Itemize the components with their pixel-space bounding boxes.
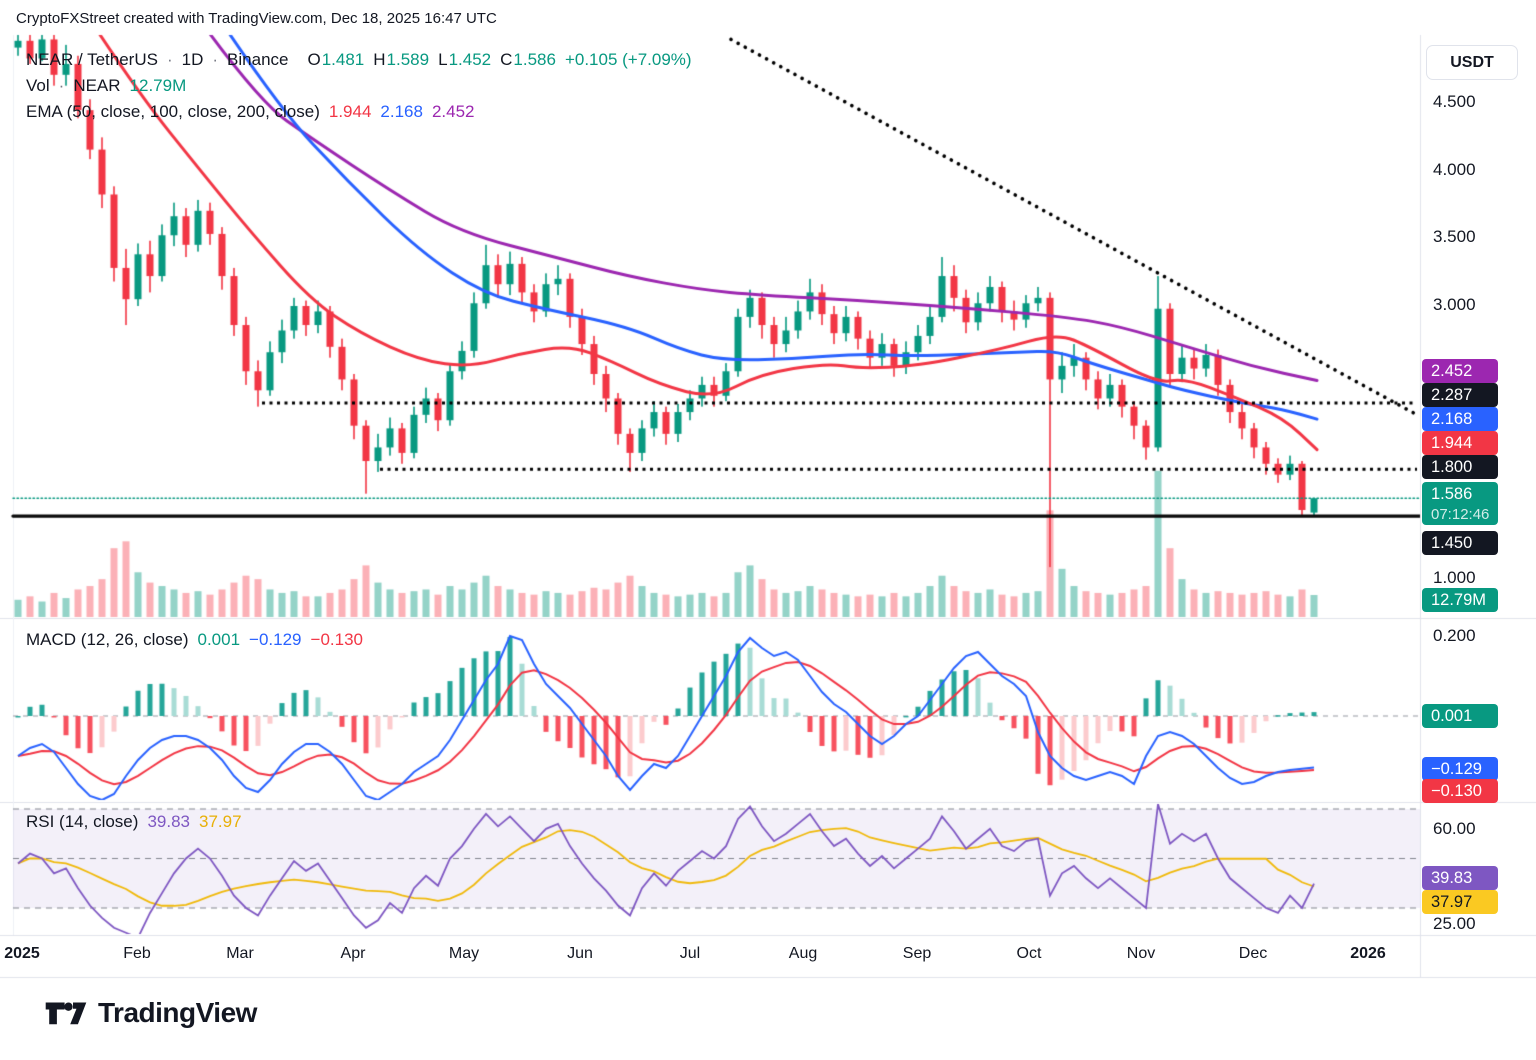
rsi-ma-value: 37.97 <box>199 811 242 833</box>
axis-price-badge: 12.79M <box>1422 588 1498 612</box>
footer-logo: TradingView <box>45 997 257 1029</box>
watermark-header: CryptoFXStreet created with TradingView.… <box>16 10 497 27</box>
axis-tick-label: 3.000 <box>1433 295 1476 315</box>
chart-canvas[interactable] <box>0 0 1536 1060</box>
rsi-legend: RSI (14, close) 39.83 37.97 <box>26 811 242 837</box>
time-axis-label: Sep <box>903 945 931 963</box>
axis-price-badge: 1.450 <box>1422 531 1498 555</box>
time-axis-label: Dec <box>1239 945 1267 963</box>
close-value: 1.586 <box>513 49 556 71</box>
time-axis-label: Apr <box>341 945 366 963</box>
currency-toggle-usdt[interactable]: USDT <box>1426 45 1518 80</box>
axis-price-badge: 1.944 <box>1422 431 1498 455</box>
axis-price-badge: 1.58607:12:46 <box>1422 482 1498 525</box>
volume-row: Vol · NEAR 12.79M <box>26 75 692 97</box>
high-value: 1.589 <box>387 49 430 71</box>
axis-price-badge: −0.129 <box>1422 757 1498 781</box>
exchange-label: Binance <box>227 49 288 71</box>
countdown-timer: 07:12:46 <box>1431 505 1489 524</box>
time-axis-label: Mar <box>226 945 254 963</box>
axis-price-badge: 1.800 <box>1422 455 1498 479</box>
time-axis[interactable]: 2025 Feb Mar Apr May Jun Jul Aug Sep Oct Nov Dec 202… <box>0 936 1420 977</box>
price-legend: NEAR / TetherUS · 1D · Binance O1.481 H1… <box>26 49 692 127</box>
macd-signal-value: −0.130 <box>311 629 363 651</box>
axis-price-badge: −0.130 <box>1422 779 1498 803</box>
time-axis-label: Jul <box>680 945 700 963</box>
open-pair: O1.481 <box>307 49 364 71</box>
axis-tick-label: 25.00 <box>1433 914 1476 934</box>
time-axis-label: Jun <box>567 945 593 963</box>
separator-dot: · <box>212 49 218 71</box>
change-value: +0.105 (+7.09%) <box>565 49 692 71</box>
separator-dot: · <box>59 75 65 97</box>
timeframe-label: 1D <box>182 49 204 71</box>
ema50-value: 1.944 <box>329 101 372 123</box>
axis-price-badge: 39.83 <box>1422 866 1498 890</box>
ema-label: EMA (50, close, 100, close, 200, close) <box>26 101 320 123</box>
time-axis-label: Feb <box>123 945 151 963</box>
rsi-label: RSI (14, close) <box>26 811 138 833</box>
ema200-value: 2.452 <box>432 101 475 123</box>
symbol-row: NEAR / TetherUS · 1D · Binance O1.481 H1… <box>26 49 692 71</box>
time-axis-label: 2025 <box>4 945 40 963</box>
time-axis-label: Nov <box>1127 945 1155 963</box>
volume-value: 12.79M <box>130 75 187 97</box>
price-axis[interactable]: USDT 4.500 4.000 3.500 3.000 1.000 2.4522.287… <box>1421 35 1536 977</box>
axis-tick-label: 60.00 <box>1433 819 1476 839</box>
axis-price-badge: 2.452 <box>1422 359 1498 383</box>
time-axis-label: 2026 <box>1350 945 1386 963</box>
time-axis-label: May <box>449 945 479 963</box>
axis-price-badge: 0.001 <box>1422 704 1498 728</box>
axis-price-badge: 2.168 <box>1422 407 1498 431</box>
time-axis-label: Oct <box>1017 945 1042 963</box>
low-pair: L1.452 <box>438 49 491 71</box>
separator-dot: · <box>167 49 173 71</box>
symbol-name: NEAR / TetherUS <box>26 49 158 71</box>
axis-tick-label: 3.500 <box>1433 227 1476 247</box>
macd-legend: MACD (12, 26, close) 0.001 −0.129 −0.130 <box>26 629 363 655</box>
axis-tick-label: 0.200 <box>1433 626 1476 646</box>
macd-line-value: −0.129 <box>249 629 301 651</box>
low-value: 1.452 <box>449 49 492 71</box>
axis-price-badge: 37.97 <box>1422 890 1498 914</box>
open-value: 1.481 <box>322 49 365 71</box>
rsi-value: 39.83 <box>147 811 190 833</box>
ema-row: EMA (50, close, 100, close, 200, close) … <box>26 101 692 123</box>
high-pair: H1.589 <box>373 49 429 71</box>
tradingview-logo-icon <box>45 997 87 1029</box>
macd-hist-value: 0.001 <box>198 629 241 651</box>
close-pair: C1.586 <box>500 49 556 71</box>
macd-label: MACD (12, 26, close) <box>26 629 189 651</box>
volume-symbol: NEAR <box>73 75 120 97</box>
axis-tick-label: 4.500 <box>1433 92 1476 112</box>
axis-tick-label: 4.000 <box>1433 160 1476 180</box>
axis-price-badge: 2.287 <box>1422 383 1498 407</box>
volume-label: Vol <box>26 75 50 97</box>
time-axis-label: Aug <box>789 945 817 963</box>
brand-name: TradingView <box>98 997 257 1029</box>
ema100-value: 2.168 <box>380 101 423 123</box>
axis-tick-label: 1.000 <box>1433 568 1476 588</box>
